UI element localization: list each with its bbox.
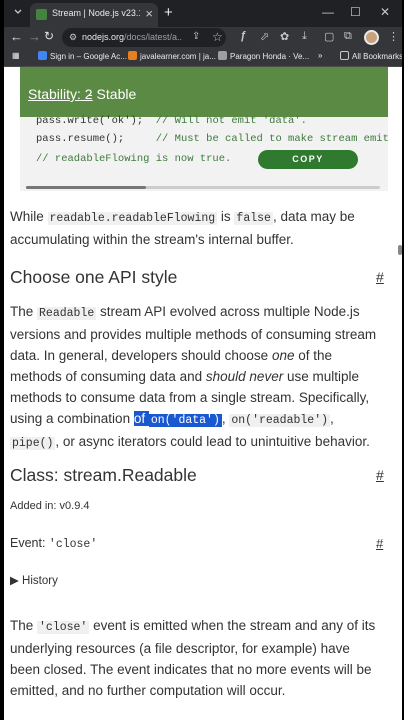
copy-button[interactable]: COPY [258, 150, 358, 169]
close-window-icon[interactable]: ✕ [380, 5, 390, 19]
address-bar[interactable]: ⚙ nodejs.org/docs/latest/a... ⇪ ☆ [62, 28, 226, 47]
api-style-heading: Choose one API style [10, 267, 178, 287]
extensions-menu-icon[interactable]: ⧉ [344, 30, 352, 43]
scrollbar-thumb[interactable] [26, 186, 146, 189]
bookmark-star-icon[interactable]: ☆ [212, 30, 223, 44]
reload-icon[interactable]: ↻ [44, 29, 54, 43]
tab-search-icon[interactable] [8, 4, 28, 24]
extension-arrow-icon[interactable]: ⬀ [260, 30, 269, 43]
code-line: pass.resume(); // Must be called to make… [36, 133, 389, 145]
bookmarks-bar: ▦ Sign in – Google Ac... javalearner.com… [4, 48, 402, 67]
extension-download-icon[interactable]: ⤓ [302, 30, 307, 43]
new-tab-button[interactable]: + [164, 4, 173, 21]
extension-puzzle-icon[interactable]: ✿ [280, 30, 289, 43]
bookmark-javalearner[interactable]: javalearner.com | ja... [128, 51, 216, 61]
google-icon [38, 51, 47, 60]
code-line: // readableFlowing is now true. [36, 153, 232, 165]
stability-level: - Stable [88, 86, 137, 102]
minimize-icon[interactable]: — [322, 5, 334, 19]
stability-link[interactable]: Stability: 2 [28, 86, 93, 102]
browser-toolbar: ← → ↻ ⚙ nodejs.org/docs/latest/a... ⇪ ☆ … [4, 27, 402, 48]
bookmarks-overflow-icon[interactable]: » [318, 51, 322, 60]
class-readable-anchor-link[interactable]: # [376, 467, 384, 483]
more-menu-icon[interactable]: ⋮ [388, 30, 399, 43]
apps-grid-icon[interactable]: ▦ [12, 51, 20, 60]
tab-strip: Stream | Node.js v23.11.0 Docu × + — ☐ ✕ [4, 0, 402, 27]
bookmark-google[interactable]: Sign in – Google Ac... [38, 51, 127, 61]
close-event-paragraph: The 'close' event is emitted when the st… [10, 618, 376, 698]
url-text: nodejs.org/docs/latest/a... [82, 32, 182, 42]
selected-text: of [133, 411, 149, 426]
back-icon[interactable]: ← [10, 29, 23, 44]
tab-close-icon[interactable]: × [145, 6, 153, 21]
extension-square-icon[interactable]: ▢ [324, 30, 334, 43]
tab-title: Stream | Node.js v23.11.0 Docu [52, 8, 140, 18]
added-in-label: Added in: v0.9.4 [10, 500, 90, 512]
javalearner-icon [128, 51, 137, 60]
event-close-heading: Event: 'close' [10, 536, 98, 551]
share-icon[interactable]: ⇪ [192, 31, 200, 42]
class-readable-heading: Class: stream.Readable [10, 465, 197, 485]
event-close-anchor-link[interactable]: # [376, 536, 383, 551]
extension-f-icon[interactable]: ƒ [240, 30, 246, 42]
readable-flowing-paragraph: While readable.readableFlowing is false,… [10, 209, 355, 247]
page-content: Stability: 2 - Stable pass.write('ok'); … [4, 67, 402, 720]
api-style-anchor-link[interactable]: # [376, 269, 384, 285]
paragon-icon [218, 51, 227, 60]
stability-banner: Stability: 2 - Stable [20, 67, 388, 117]
page-vertical-scrollbar[interactable] [398, 245, 402, 255]
code-block: pass.write('ok'); // Will not emit 'data… [20, 115, 389, 191]
nodejs-favicon-icon [36, 9, 47, 20]
forward-icon[interactable]: → [28, 29, 41, 44]
bookmark-paragon[interactable]: Paragon Honda · Ve... [218, 51, 309, 61]
maximize-icon[interactable]: ☐ [350, 5, 361, 19]
site-info-icon[interactable]: ⚙ [69, 32, 77, 43]
all-bookmarks-button[interactable]: All Bookmarks [340, 51, 402, 61]
folder-icon [340, 51, 349, 60]
code-horizontal-scrollbar[interactable] [26, 186, 380, 189]
api-style-paragraph: The Readable stream API evolved across m… [10, 304, 377, 450]
code-line: pass.write('ok'); // Will not emit 'data… [36, 115, 307, 127]
browser-window: Stream | Node.js v23.11.0 Docu × + — ☐ ✕… [4, 0, 402, 720]
profile-avatar[interactable] [364, 30, 379, 45]
active-tab[interactable]: Stream | Node.js v23.11.0 Docu × [30, 3, 158, 27]
history-toggle[interactable]: ▶ History [10, 573, 58, 587]
